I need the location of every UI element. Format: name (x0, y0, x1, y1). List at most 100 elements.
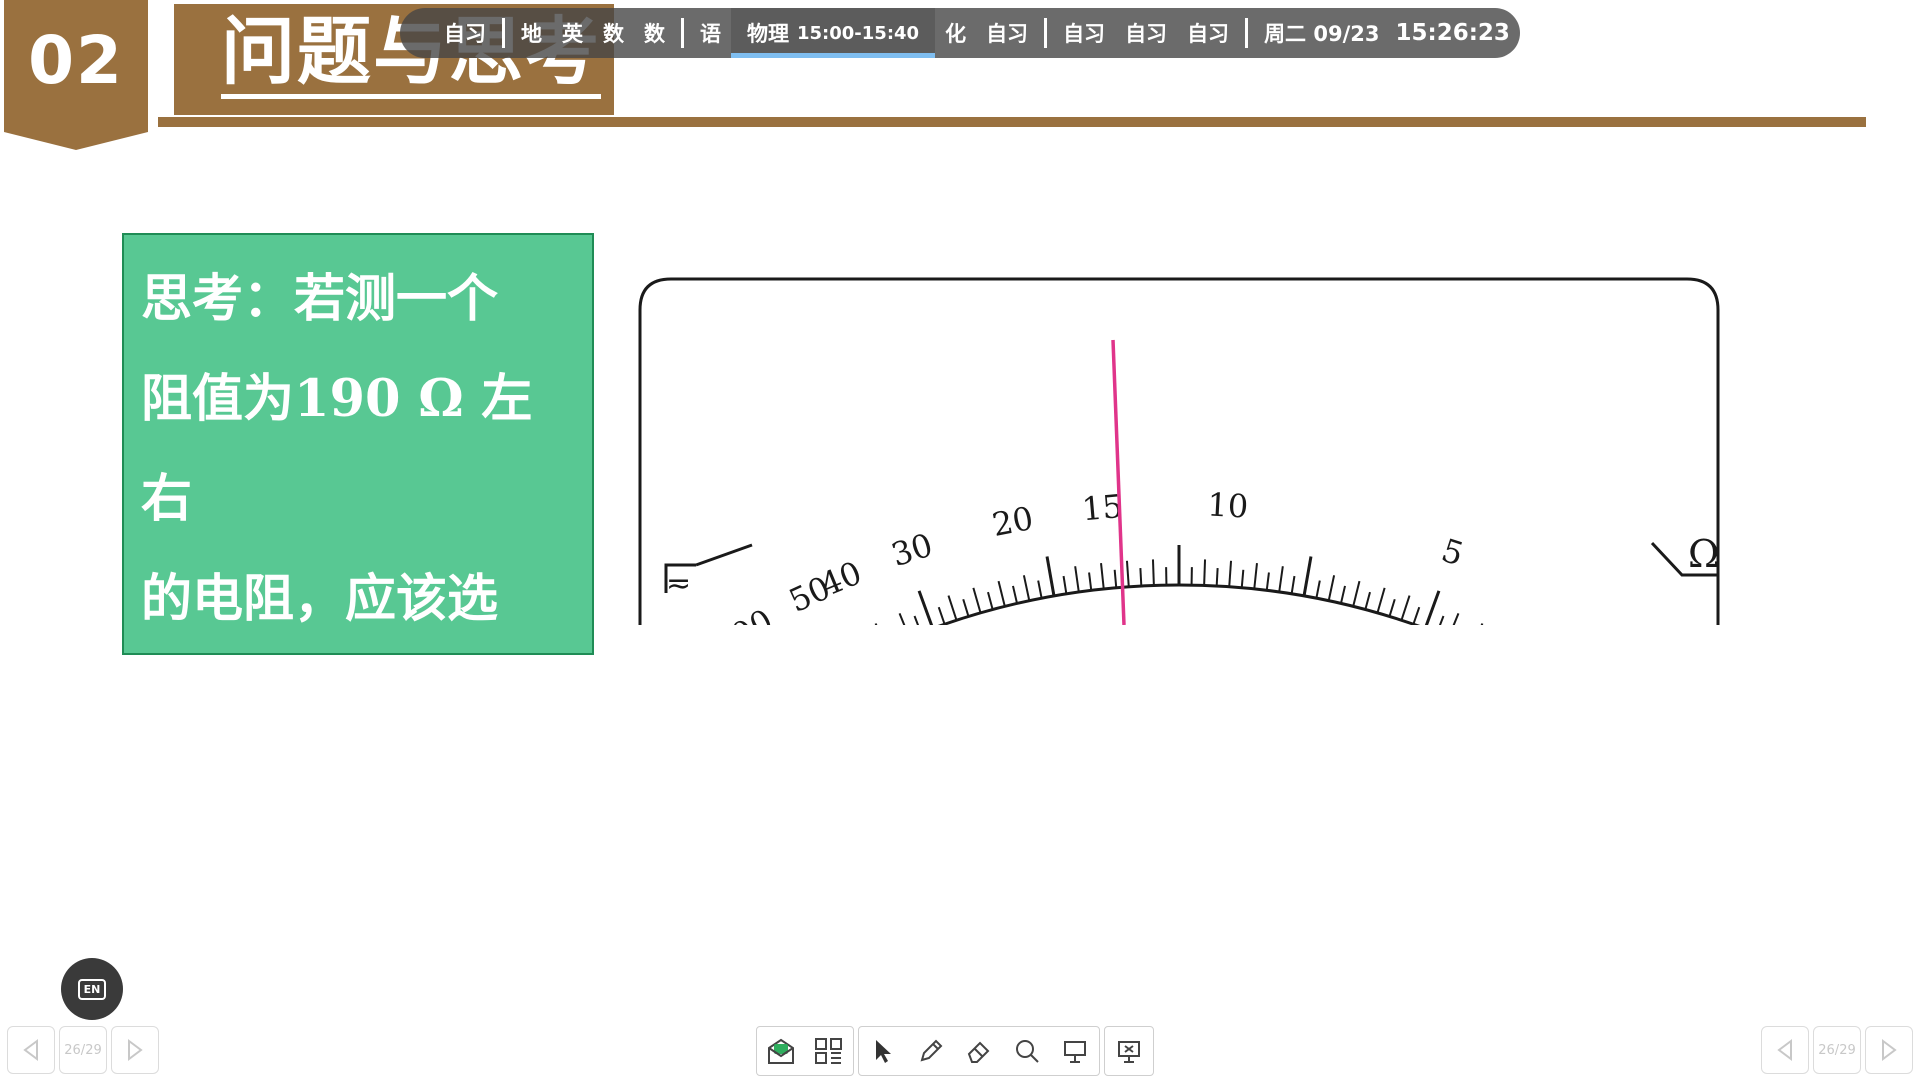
ohm-scale-tick (1315, 580, 1321, 599)
pen-icon (920, 1039, 943, 1062)
chevron-right-icon (128, 1039, 143, 1061)
ohm-scale-tick (1376, 587, 1386, 614)
ohm-scale-tick (962, 598, 970, 617)
schedule-item: 自习 (1187, 22, 1230, 46)
schedule-date: 周二 09/23 (1264, 22, 1380, 46)
prev-slide-button[interactable] (7, 1026, 55, 1074)
ohm-scale-label: 100 (707, 601, 779, 625)
schedule-item: 自习 (1063, 22, 1106, 46)
multimeter-scale-svg: ∞1k5002001005040302015105005010015020025… (638, 277, 1720, 876)
ohm-scale-tick (898, 612, 911, 638)
ohm-scale-tick (1423, 590, 1441, 629)
search-button[interactable] (1003, 1027, 1051, 1075)
apps-button[interactable] (805, 1027, 853, 1075)
ohm-scale-tick (1339, 585, 1346, 604)
ohm-scale-tick (1139, 567, 1143, 587)
section-number-badge: 02 (4, 0, 148, 150)
ohm-scale-tick (972, 587, 982, 614)
ohm-scale-tick (1151, 559, 1155, 586)
current-class-time: 15:00-15:40 (797, 22, 920, 44)
eraser-button[interactable] (955, 1027, 1003, 1075)
schedule-item: 英 (562, 22, 583, 46)
eraser-icon (967, 1041, 990, 1063)
schedule-separator (502, 18, 505, 48)
next-slide-button[interactable] (111, 1026, 159, 1074)
board-icon (1064, 1041, 1086, 1063)
language-toggle-button[interactable]: EN (61, 958, 123, 1020)
schedule-item: 数 (603, 22, 624, 46)
message-button[interactable] (757, 1027, 805, 1075)
next-slide-button[interactable] (1865, 1026, 1913, 1074)
dc-unit-leader (695, 543, 753, 567)
slide-pager-right: 26/29 (1761, 1026, 1917, 1074)
prev-slide-button[interactable] (1761, 1026, 1809, 1074)
ohm-scale-tick (1290, 575, 1296, 595)
ohm-scale-tick (937, 606, 946, 625)
schedule-separator (681, 18, 684, 48)
ohm-scale-tick (917, 590, 935, 629)
ohm-scale-tick (1388, 598, 1396, 617)
ohm-scale-tick (1022, 575, 1031, 601)
section-number: 02 (28, 22, 124, 99)
chevron-right-icon (1882, 1039, 1897, 1061)
ohm-scale-tick (1447, 612, 1460, 638)
question-box: 思考：若测一个 阻值为190 Ω 左右 的电阻，应该选 择哪个欧姆挡位？ (122, 233, 594, 729)
toolbar-group-exit (1104, 1026, 1154, 1076)
toolbar-group-tools (858, 1026, 1100, 1076)
schedule-item: 地 (521, 22, 542, 46)
ohm-scale-tick (913, 615, 922, 634)
ohm-scale-tick (1125, 560, 1130, 587)
ohm-scale-tick (1203, 559, 1207, 586)
close-presentation-icon (1118, 1041, 1140, 1063)
ohm-scale-tick (1265, 572, 1270, 591)
schedule-item: 自习 (1125, 22, 1168, 46)
question-line: 阻值为190 Ω 左右 (141, 369, 533, 529)
pen-button[interactable] (907, 1027, 955, 1075)
schedule-item: 语 (700, 22, 721, 46)
ohm-scale-tick (1240, 569, 1245, 588)
ohm-scale-tick (1037, 580, 1043, 599)
dc-unit-label: ≂ (666, 566, 691, 601)
message-icon (768, 1038, 794, 1064)
language-toggle-label: EN (77, 978, 107, 1000)
ohm-scale-tick (997, 580, 1006, 607)
meter-needle (1111, 339, 1126, 626)
ohm-unit-label: Ω (1688, 532, 1720, 576)
ohm-scale-tick (1364, 591, 1371, 610)
ohm-scale-tick (1412, 606, 1421, 625)
ohm-scale-tick (947, 595, 958, 621)
question-line: 的电阻，应该选 (141, 569, 499, 629)
class-schedule-bar: 自习 地 英 数 数 语 物理 15:00-15:40 化 自习 自习 自习 自… (400, 8, 1520, 58)
schedule-separator (1044, 18, 1048, 48)
qrcode-icon (815, 1038, 842, 1064)
ohm-scale-tick (1100, 562, 1105, 590)
ohm-scale-tick (1074, 566, 1080, 593)
pointer-button[interactable] (859, 1027, 907, 1075)
schedule-clock: 15:26:23 (1395, 20, 1510, 46)
ohm-scale-tick (1228, 560, 1233, 587)
ohm-scale-tick (1327, 575, 1336, 601)
schedule-item: 自习 (444, 22, 486, 46)
ohm-scale-tick (1062, 575, 1068, 595)
ohm-scale-tick (1253, 562, 1258, 590)
schedule-item: 数 (644, 22, 665, 46)
search-icon (1016, 1040, 1039, 1063)
question-line: 择哪个欧姆挡位？ (141, 669, 550, 729)
close-presentation-button[interactable] (1105, 1027, 1153, 1075)
ohm-scale-tick (1278, 566, 1284, 593)
ohm-scale-tick (987, 591, 994, 610)
ohm-scale-tick (1302, 556, 1313, 597)
ohm-scale-tick (1088, 572, 1093, 591)
pointer-icon (876, 1040, 891, 1063)
ohm-scale-tick (1470, 623, 1484, 648)
ohm-scale-tick (874, 623, 888, 648)
slide-pager-left: 26/29 (7, 1026, 163, 1074)
board-button[interactable] (1051, 1027, 1099, 1075)
ohm-scale-tick (1436, 615, 1445, 634)
toolbar-group-apps (756, 1026, 854, 1076)
slide-counter[interactable]: 26/29 (1813, 1026, 1861, 1074)
ohm-scale-tick (1113, 569, 1118, 588)
ohm-scale-tick (1400, 595, 1411, 621)
ohm-scale-label: 5 (1437, 531, 1468, 573)
slide-counter[interactable]: 26/29 (59, 1026, 107, 1074)
